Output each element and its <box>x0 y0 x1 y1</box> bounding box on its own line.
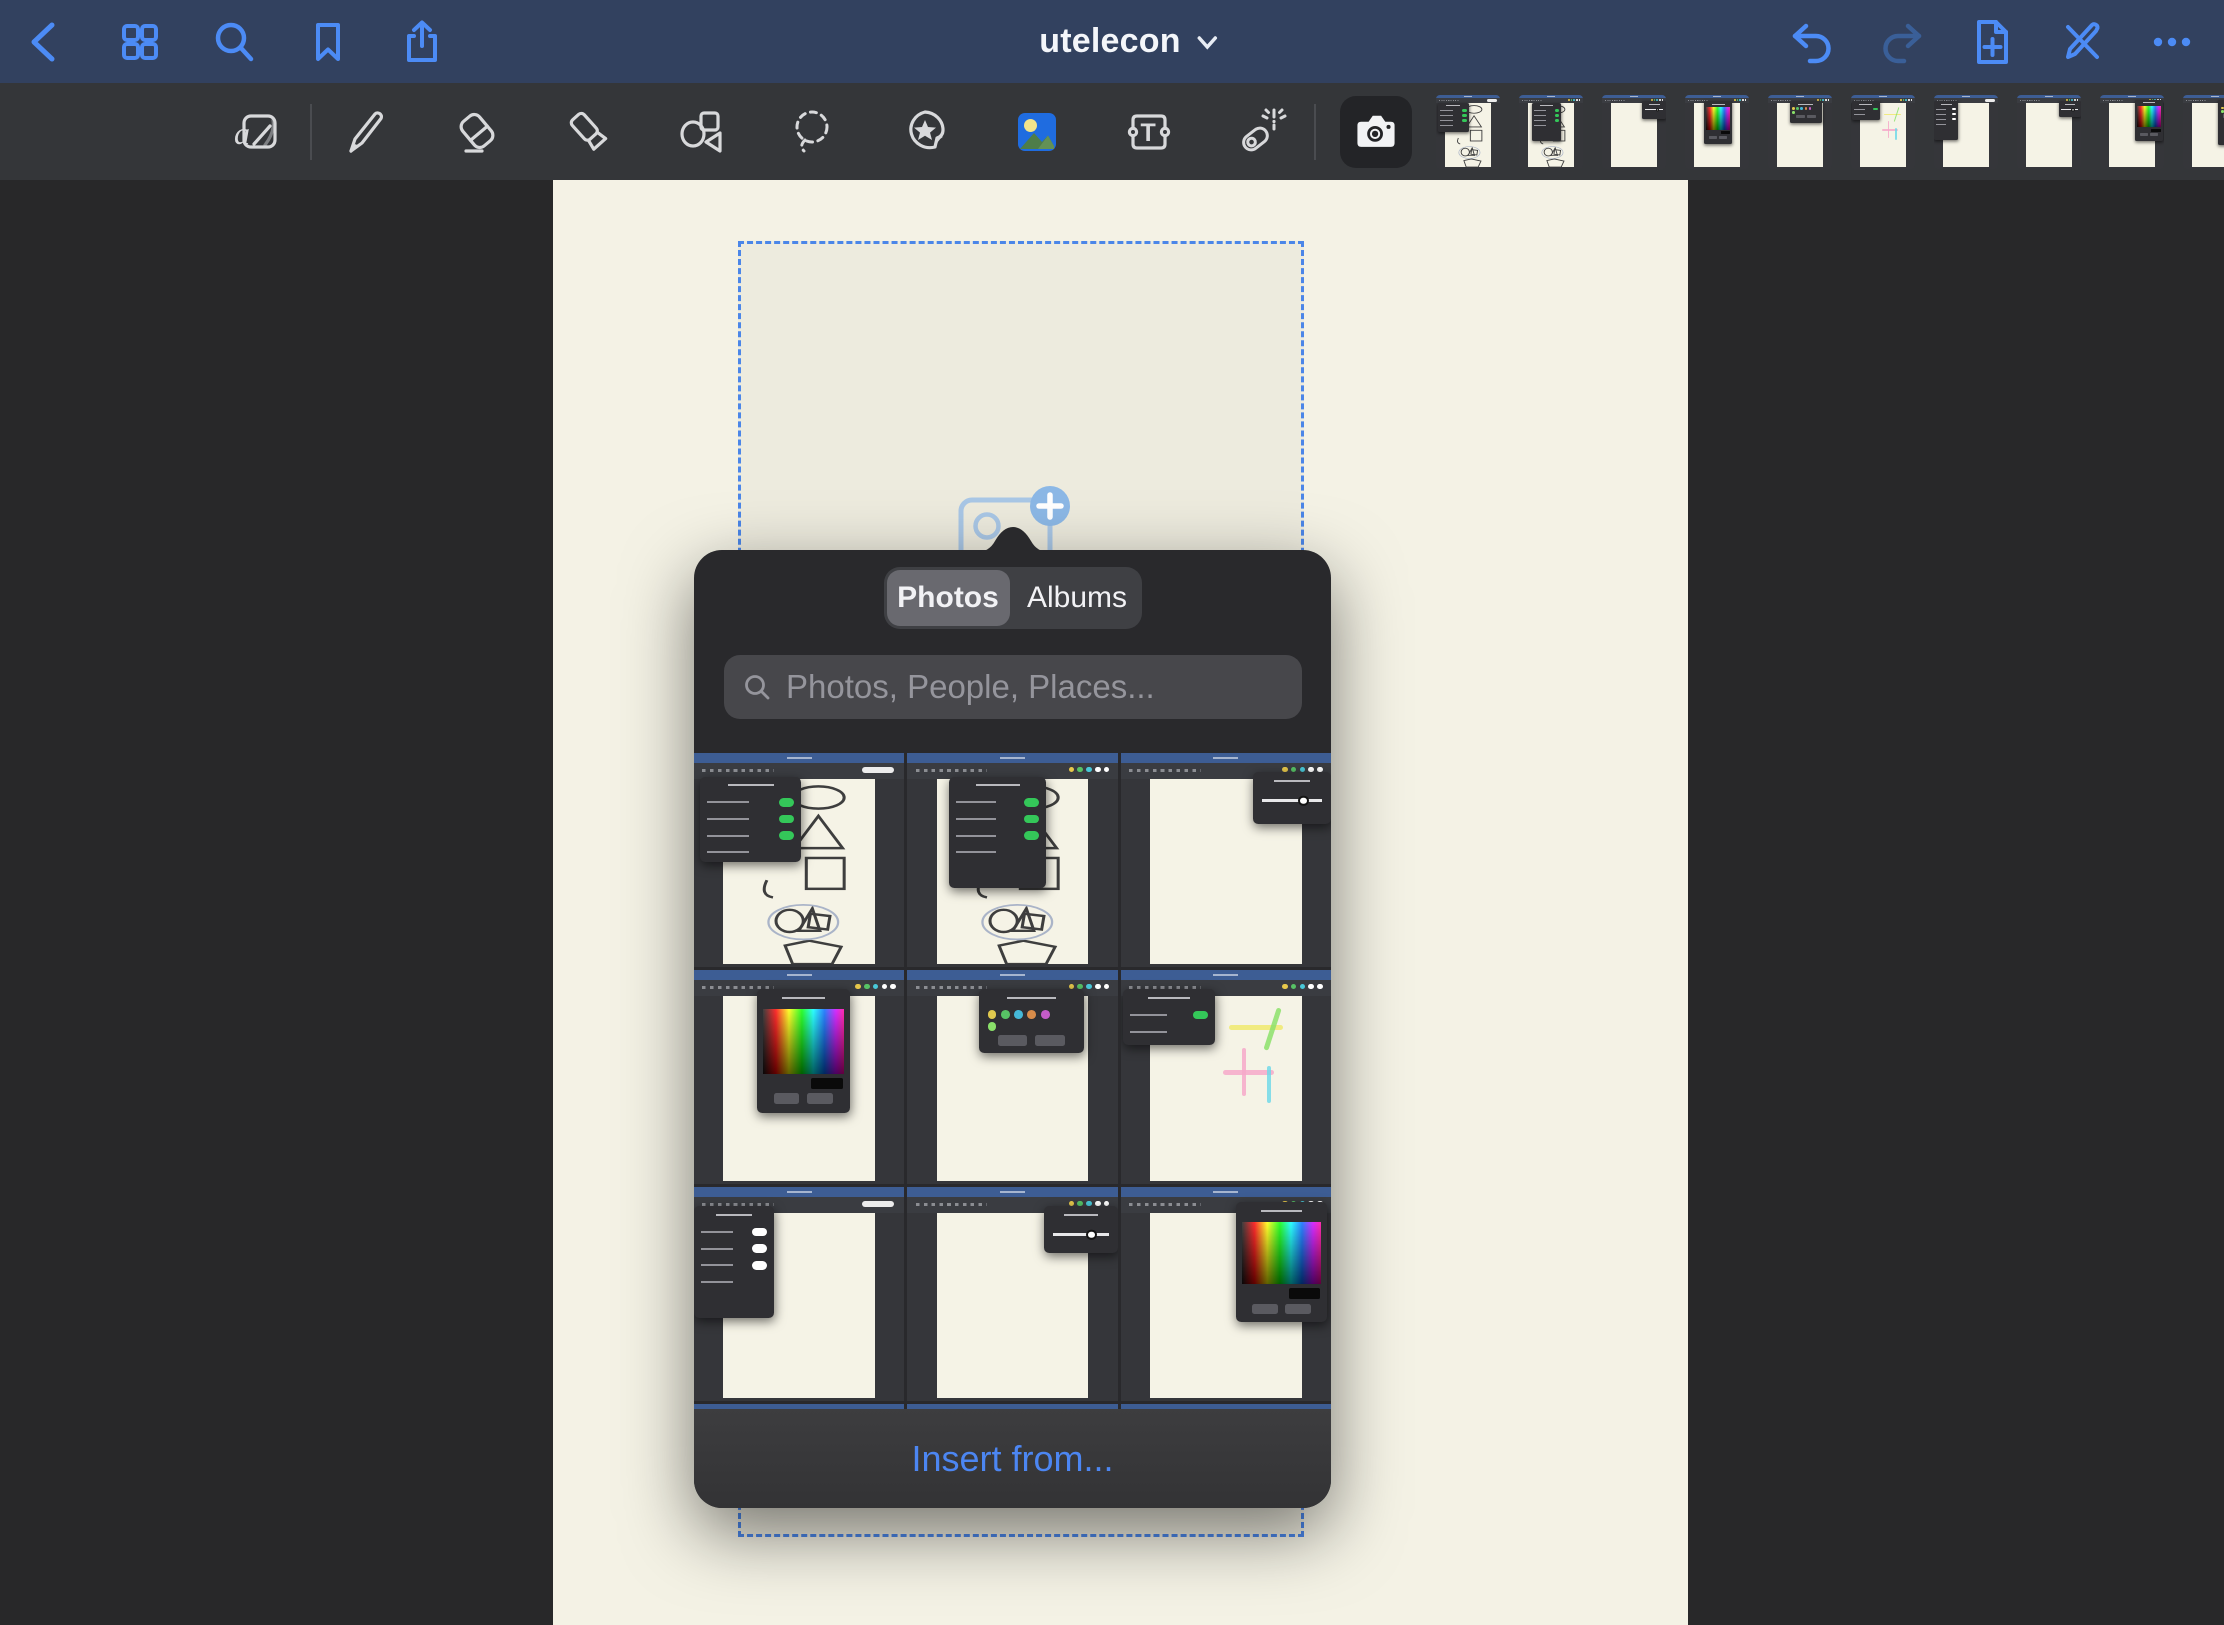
popup-caret <box>977 524 1049 552</box>
toolbar: a T <box>0 83 2224 180</box>
pages-overview-icon <box>116 18 164 66</box>
photo-thumbnail[interactable] <box>694 1187 904 1401</box>
chevron-down-icon <box>1195 29 1221 55</box>
handwriting-convert-icon: a <box>229 104 285 160</box>
photo-thumbnail[interactable] <box>907 970 1117 1184</box>
search-icon <box>742 672 772 702</box>
handwriting-convert-tool[interactable]: a <box>228 103 286 161</box>
page-thumbnail[interactable] <box>2183 95 2224 169</box>
bookmark-icon <box>304 18 352 66</box>
end-editing-icon <box>2056 16 2108 68</box>
tools-group: a <box>0 103 286 161</box>
toolbar-divider-2 <box>1314 104 1316 160</box>
more-icon <box>2146 16 2198 68</box>
page-thumbnail[interactable] <box>1934 95 1998 169</box>
tools-group2: T <box>336 103 1290 161</box>
photo-search-input[interactable] <box>784 667 1284 707</box>
redo-icon <box>1876 16 1928 68</box>
text-tool[interactable]: T <box>1120 103 1178 161</box>
canvas-area: Photos Albums Insert from... <box>0 180 2224 1625</box>
highlighter-tool[interactable] <box>560 103 618 161</box>
insert-from-button[interactable]: Insert from... <box>694 1409 1331 1508</box>
photo-thumbnail[interactable] <box>1121 1187 1331 1401</box>
lasso-tool[interactable] <box>784 103 842 161</box>
undo-icon <box>1786 16 1838 68</box>
page-thumbnail[interactable] <box>1851 95 1915 169</box>
photo-search-field[interactable] <box>724 655 1302 719</box>
photo-thumbnail[interactable] <box>1121 970 1331 1184</box>
navbar-left-group <box>0 16 448 68</box>
redo-button[interactable] <box>1876 16 1928 68</box>
camera-icon <box>1350 106 1402 158</box>
pen-tool[interactable] <box>336 103 394 161</box>
pages-overview-button[interactable] <box>114 16 166 68</box>
photos-albums-segmented-control: Photos Albums <box>884 567 1142 629</box>
add-page-icon <box>1966 16 2018 68</box>
tab-albums[interactable]: Albums <box>1016 570 1139 626</box>
shapes-tool[interactable] <box>672 103 730 161</box>
page-thumbnail[interactable] <box>1602 95 1666 169</box>
eraser-tool[interactable] <box>448 103 506 161</box>
app-screen: { "navbar": { "title": "utelecon", "left… <box>0 0 2224 1625</box>
elements-tool[interactable] <box>896 103 954 161</box>
image-tool-icon-selected <box>1009 104 1065 160</box>
photo-picker-popup: Photos Albums Insert from... <box>694 550 1331 1508</box>
back-icon <box>22 18 70 66</box>
page-thumbnail[interactable] <box>1519 95 1583 169</box>
photo-grid <box>694 753 1331 1401</box>
page-thumbnail[interactable] <box>1685 95 1749 169</box>
toolbar-divider <box>310 104 312 160</box>
page-thumbnail[interactable] <box>2017 95 2081 169</box>
notebook-title: utelecon <box>1039 22 1180 61</box>
photo-thumbnail[interactable] <box>694 970 904 1184</box>
laser-pointer-icon <box>1233 104 1289 160</box>
elements-sticker-icon <box>897 104 953 160</box>
image-tool[interactable] <box>1008 103 1066 161</box>
bookmark-button[interactable] <box>302 16 354 68</box>
svg-text:T: T <box>1141 119 1156 147</box>
page-thumbnail[interactable] <box>1436 95 1500 169</box>
page-thumbnail[interactable] <box>2100 95 2164 169</box>
shapes-icon <box>673 104 729 160</box>
share-icon <box>398 18 446 66</box>
photo-thumbnail[interactable] <box>907 753 1117 967</box>
share-button[interactable] <box>396 16 448 68</box>
eraser-icon <box>449 104 505 160</box>
undo-button[interactable] <box>1786 16 1838 68</box>
camera-button[interactable] <box>1340 96 1412 168</box>
photo-thumbnail[interactable] <box>907 1187 1117 1401</box>
search-button[interactable] <box>208 16 260 68</box>
add-page-button[interactable] <box>1966 16 2018 68</box>
back-button[interactable] <box>20 16 72 68</box>
search-icon <box>210 18 258 66</box>
pen-icon <box>337 104 393 160</box>
navbar: utelecon <box>0 0 2224 83</box>
navbar-right-group <box>1786 0 2198 83</box>
photo-thumbnail[interactable] <box>694 753 904 967</box>
notebook-title-menu[interactable]: utelecon <box>1039 0 1220 83</box>
photo-thumbnail[interactable] <box>1121 753 1331 967</box>
laser-pointer-tool[interactable] <box>1232 103 1290 161</box>
svg-text:a: a <box>234 115 250 151</box>
insert-from-label: Insert from... <box>911 1438 1113 1480</box>
end-editing-button[interactable] <box>2056 16 2108 68</box>
tab-photos[interactable]: Photos <box>887 570 1010 626</box>
more-button[interactable] <box>2146 16 2198 68</box>
highlighter-icon <box>561 104 617 160</box>
page-thumbnail-strip[interactable] <box>1436 95 2224 169</box>
text-tool-icon: T <box>1121 104 1177 160</box>
page-thumbnail[interactable] <box>1768 95 1832 169</box>
lasso-icon <box>785 104 841 160</box>
